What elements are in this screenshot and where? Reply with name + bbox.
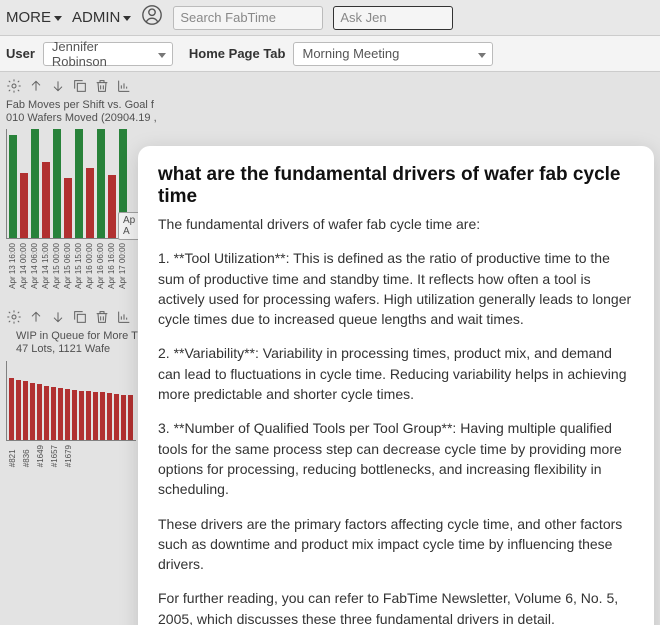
user-profile-icon[interactable] [141, 4, 163, 31]
answer-p3: 3. **Number of Qualified Tools per Tool … [158, 418, 634, 499]
modal-answer: The fundamental drivers of wafer fab cyc… [158, 214, 634, 625]
ask-jen-answer-modal: what are the fundamental drivers of wafe… [138, 146, 654, 625]
user-value: Jennifer Robinson [52, 39, 152, 69]
homepage-value: Morning Meeting [302, 46, 399, 61]
ask-jen-input[interactable]: Ask Jen [333, 6, 453, 30]
homepage-label: Home Page Tab [189, 46, 286, 61]
answer-p2: 2. **Variability**: Variability in proce… [158, 343, 634, 404]
answer-p4: These drivers are the primary factors af… [158, 514, 634, 575]
search-placeholder: Search FabTime [180, 10, 276, 25]
admin-menu[interactable]: ADMIN [72, 9, 131, 26]
more-menu[interactable]: MORE [6, 9, 62, 26]
homepage-tab-select[interactable]: Morning Meeting [293, 42, 493, 66]
modal-title: what are the fundamental drivers of wafe… [158, 164, 634, 208]
filter-bar: User Jennifer Robinson Home Page Tab Mor… [0, 36, 660, 72]
dashboard-area: Fab Moves per Shift vs. Goal f 010 Wafer… [0, 72, 660, 625]
user-label: User [6, 46, 35, 61]
search-input[interactable]: Search FabTime [173, 6, 323, 30]
answer-p5: For further reading, you can refer to Fa… [158, 588, 634, 625]
admin-label: ADMIN [72, 9, 120, 26]
answer-p1: 1. **Tool Utilization**: This is defined… [158, 248, 634, 329]
ask-jen-placeholder: Ask Jen [340, 10, 386, 25]
caret-down-icon [123, 16, 131, 21]
caret-down-icon [54, 16, 62, 21]
top-nav: MORE ADMIN Search FabTime Ask Jen [0, 0, 660, 36]
user-select[interactable]: Jennifer Robinson [43, 42, 173, 66]
more-label: MORE [6, 9, 51, 26]
answer-intro: The fundamental drivers of wafer fab cyc… [158, 214, 634, 234]
